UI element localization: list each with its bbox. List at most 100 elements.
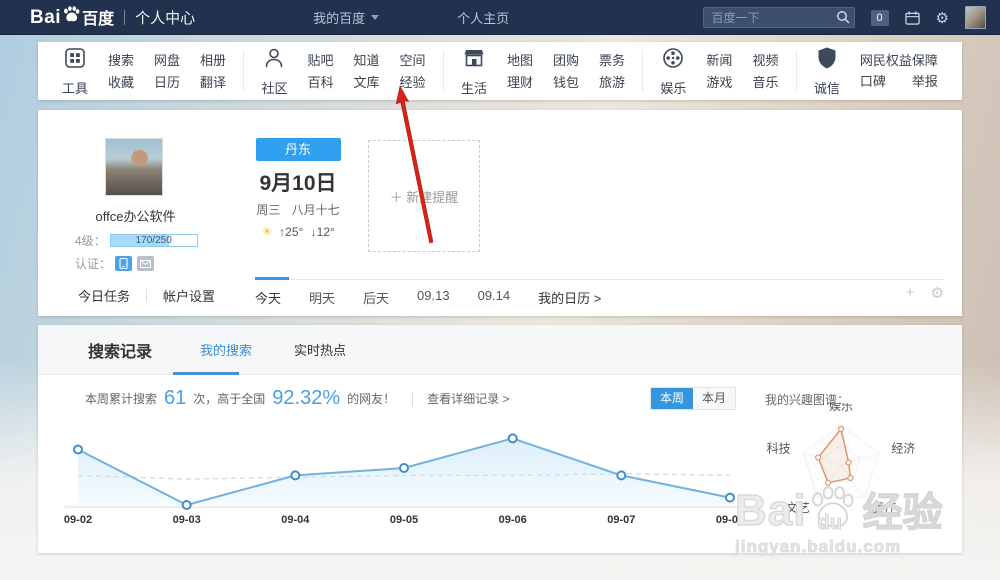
- svg-text:经济: 经济: [891, 441, 915, 456]
- toolbar-item-rights-protection[interactable]: 网民权益保障: [860, 54, 938, 67]
- toolbar-item-games[interactable]: 游戏: [706, 76, 732, 89]
- services-toolbar: 工具 搜索收藏 网盘日历 相册翻译 社区 贴吧百科 知道文库 空间经验: [38, 42, 962, 100]
- search-icon[interactable]: [836, 10, 850, 29]
- toolbar-item-search[interactable]: 搜索: [108, 54, 134, 67]
- calendar-week-lunar: 周三 八月十七: [238, 201, 358, 218]
- account-settings-link[interactable]: 帐户设置: [163, 286, 215, 305]
- toolbar-item-licai[interactable]: 理财: [507, 76, 533, 89]
- toolbar-divider: [243, 50, 244, 92]
- toolbar-item-calendar[interactable]: 日历: [154, 76, 180, 89]
- logo-text-bai: Bai: [30, 7, 61, 29]
- weekday: 周三: [256, 203, 280, 217]
- weather-row: ☀ ↑25° ↓12°: [238, 224, 358, 240]
- message-count-badge[interactable]: 0: [871, 10, 889, 26]
- tab-hot-topics[interactable]: 实时热点: [294, 340, 346, 359]
- toolbar-item-integrity[interactable]: 诚信: [814, 46, 840, 97]
- plus-icon[interactable]: +: [906, 284, 915, 302]
- date-tabs-divider: [255, 279, 944, 280]
- interest-radar-chart: 娱乐经济医疗文艺科技: [753, 403, 933, 528]
- toolbar-item-entertainment[interactable]: 娱乐: [660, 46, 686, 97]
- toolbar-divider: [642, 50, 643, 92]
- link-divider: [146, 289, 147, 302]
- city-button[interactable]: 丹东: [256, 138, 341, 161]
- verify-label: 认证：: [75, 255, 111, 272]
- level-progress-bar: 170/250: [110, 234, 198, 247]
- toolbar-item-space[interactable]: 空间: [400, 54, 426, 67]
- toolbar-item-video[interactable]: 视频: [752, 54, 778, 67]
- sun-icon: ☀: [261, 224, 273, 239]
- top-navbar: Bai 百度 个人中心 我的百度: [0, 0, 1000, 35]
- menu-personal-home[interactable]: 个人主页: [457, 8, 509, 27]
- level-progress-text: 170/250: [111, 235, 197, 246]
- svg-text:09-03: 09-03: [173, 514, 201, 526]
- shield-icon: [816, 46, 838, 75]
- stats-divider: [412, 392, 413, 406]
- tab-0913[interactable]: 09.13: [417, 288, 450, 307]
- toolbar-item-translate[interactable]: 翻译: [200, 76, 226, 89]
- email-verify-icon[interactable]: [137, 256, 154, 271]
- toolbar-item-tieba[interactable]: 贴吧: [307, 54, 333, 67]
- storefront-icon: [462, 46, 486, 75]
- grid-icon: [63, 46, 87, 75]
- profile-avatar[interactable]: [105, 138, 163, 196]
- this-month-button[interactable]: 本月: [693, 388, 735, 409]
- gear-icon[interactable]: ⚙: [936, 9, 949, 27]
- this-week-button[interactable]: 本周: [651, 388, 693, 409]
- toolbar-item-tickets[interactable]: 票务: [599, 54, 625, 67]
- navbar-avatar[interactable]: [965, 6, 986, 29]
- toolbar-item-music[interactable]: 音乐: [752, 76, 778, 89]
- level-label: 4级：: [75, 232, 106, 249]
- today-tasks-link[interactable]: 今日任务: [78, 286, 130, 305]
- toolbar-item-netdisk[interactable]: 网盘: [154, 54, 180, 67]
- profile-links: 今日任务 帐户设置: [78, 286, 215, 305]
- svg-text:09-08: 09-08: [716, 514, 744, 526]
- profile-calendar-card: offce办公软件 4级： 170/250 认证： 今日任务 帐户设置 丹东 9…: [38, 110, 962, 316]
- tab-today[interactable]: 今天: [255, 288, 281, 307]
- my-calendar-link[interactable]: 我的日历 >: [538, 288, 601, 307]
- svg-text:医疗: 医疗: [872, 501, 896, 515]
- toolbar-item-wallet[interactable]: 钱包: [553, 76, 579, 89]
- toolbar-item-news[interactable]: 新闻: [706, 54, 732, 67]
- tab-day-after[interactable]: 后天: [363, 288, 389, 307]
- person-icon: [262, 46, 286, 75]
- toolbar-item-map[interactable]: 地图: [507, 54, 533, 67]
- toolbar-item-wenku[interactable]: 文库: [354, 76, 380, 89]
- stats-suffix: 的网友！: [347, 390, 395, 407]
- toolbar-item-tools[interactable]: 工具: [62, 46, 88, 97]
- toolbar-item-favorites[interactable]: 收藏: [108, 76, 134, 89]
- stats-count: 61: [164, 387, 186, 410]
- toolbar-group-integrity: 诚信 网民权益保障 口碑 举报: [814, 46, 938, 97]
- toolbar-item-community[interactable]: 社区: [261, 46, 287, 97]
- navbar-menu: 我的百度 个人主页: [313, 8, 587, 27]
- menu-my-baidu[interactable]: 我的百度: [313, 8, 379, 27]
- toolbar-item-baike[interactable]: 百科: [307, 76, 333, 89]
- tab-tomorrow[interactable]: 明天: [309, 288, 335, 307]
- search-input[interactable]: [703, 7, 855, 28]
- tab-0914[interactable]: 09.14: [478, 288, 511, 307]
- phone-verified-icon[interactable]: [115, 256, 132, 271]
- svg-text:09-07: 09-07: [607, 514, 635, 526]
- baidu-logo[interactable]: Bai 百度: [30, 5, 114, 29]
- section-title: 搜索记录: [88, 338, 152, 362]
- level-row: 4级： 170/250: [75, 232, 198, 249]
- view-details-link[interactable]: 查看详细记录 >: [427, 390, 509, 407]
- date-tabs: 今天 明天 后天 09.13 09.14 我的日历 >: [255, 288, 601, 307]
- svg-text:文艺: 文艺: [786, 500, 810, 515]
- toolbar-item-tuangou[interactable]: 团购: [553, 54, 579, 67]
- toolbar-item-album[interactable]: 相册: [200, 54, 226, 67]
- toolbar-item-jingyan[interactable]: 经验: [400, 76, 426, 89]
- chevron-down-icon: [371, 15, 379, 20]
- gear-icon[interactable]: ⚙: [931, 284, 944, 302]
- rights-protection-block: 网民权益保障 口碑 举报: [860, 54, 938, 88]
- stats-mid: 次，高于全国: [193, 390, 265, 407]
- toolbar-item-report[interactable]: 举报: [912, 75, 938, 88]
- calendar-icon[interactable]: [905, 11, 920, 25]
- svg-text:09-06: 09-06: [499, 514, 527, 526]
- toolbar-item-koubei[interactable]: 口碑: [860, 75, 886, 88]
- toolbar-item-travel[interactable]: 旅游: [599, 76, 625, 89]
- toolbar-item-zhidao[interactable]: 知道: [354, 54, 380, 67]
- new-reminder-box[interactable]: ＋ 新建提醒: [368, 140, 480, 252]
- toolbar-item-life[interactable]: 生活: [461, 46, 487, 97]
- tab-my-search[interactable]: 我的搜索: [200, 340, 252, 359]
- active-search-tab-indicator: [173, 372, 239, 375]
